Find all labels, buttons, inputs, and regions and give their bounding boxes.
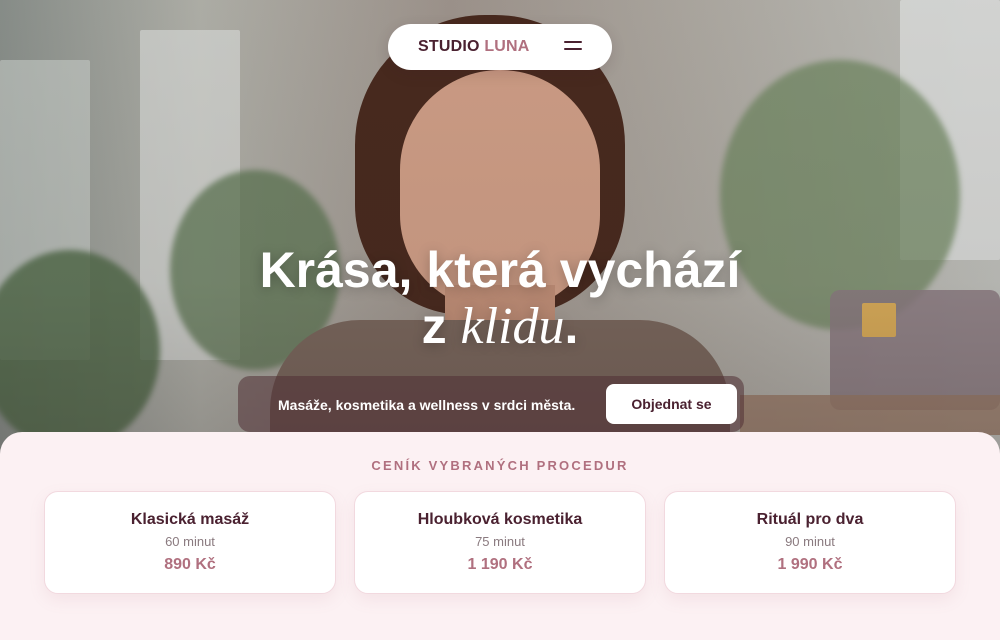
headline-line-2-italic: klidu bbox=[460, 298, 565, 355]
hamburger-menu-icon[interactable] bbox=[564, 39, 582, 53]
procedure-price: 1 190 Kč bbox=[467, 556, 533, 573]
price-card-ritual-for-two[interactable]: Rituál pro dva 90 minut 1 990 Kč bbox=[664, 491, 956, 594]
hero-headline: Krása, která vychází z klidu. bbox=[0, 242, 1000, 355]
procedure-price: 1 990 Kč bbox=[777, 556, 843, 573]
procedure-name: Hloubková kosmetika bbox=[417, 511, 583, 528]
pricing-title: CENÍK VYBRANÝCH PROCEDUR bbox=[371, 458, 629, 473]
pricing-section: CENÍK VYBRANÝCH PROCEDUR Klasická masáž … bbox=[0, 432, 1000, 640]
brand-name-accent: LUNA bbox=[484, 38, 530, 55]
top-nav-pill: STUDIO LUNA bbox=[388, 24, 612, 70]
procedure-price: 890 Kč bbox=[164, 556, 216, 573]
headline-line-2-suffix: . bbox=[564, 298, 579, 354]
procedure-duration: 75 minut bbox=[475, 534, 525, 549]
hero-section: STUDIO LUNA Krása, která vychází z klidu… bbox=[0, 0, 1000, 470]
hero-subtitle: Masáže, kosmetika a wellness v srdci měs… bbox=[278, 397, 576, 413]
price-card-classic-massage[interactable]: Klasická masáž 60 minut 890 Kč bbox=[44, 491, 336, 594]
cta-bar: Masáže, kosmetika a wellness v srdci měs… bbox=[238, 376, 744, 432]
procedure-name: Rituál pro dva bbox=[756, 511, 864, 528]
headline-line-1: Krása, která vychází bbox=[259, 242, 741, 298]
headline-line-2-prefix: z bbox=[421, 298, 461, 354]
procedure-duration: 60 minut bbox=[165, 534, 215, 549]
brand-logo[interactable]: STUDIO LUNA bbox=[418, 38, 530, 56]
procedure-duration: 90 minut bbox=[785, 534, 835, 549]
brand-name-primary: STUDIO bbox=[418, 38, 480, 55]
price-card-deep-cosmetics[interactable]: Hloubková kosmetika 75 minut 1 190 Kč bbox=[354, 491, 646, 594]
book-now-button[interactable]: Objednat se bbox=[606, 384, 737, 424]
procedure-name: Klasická masáž bbox=[130, 511, 250, 528]
